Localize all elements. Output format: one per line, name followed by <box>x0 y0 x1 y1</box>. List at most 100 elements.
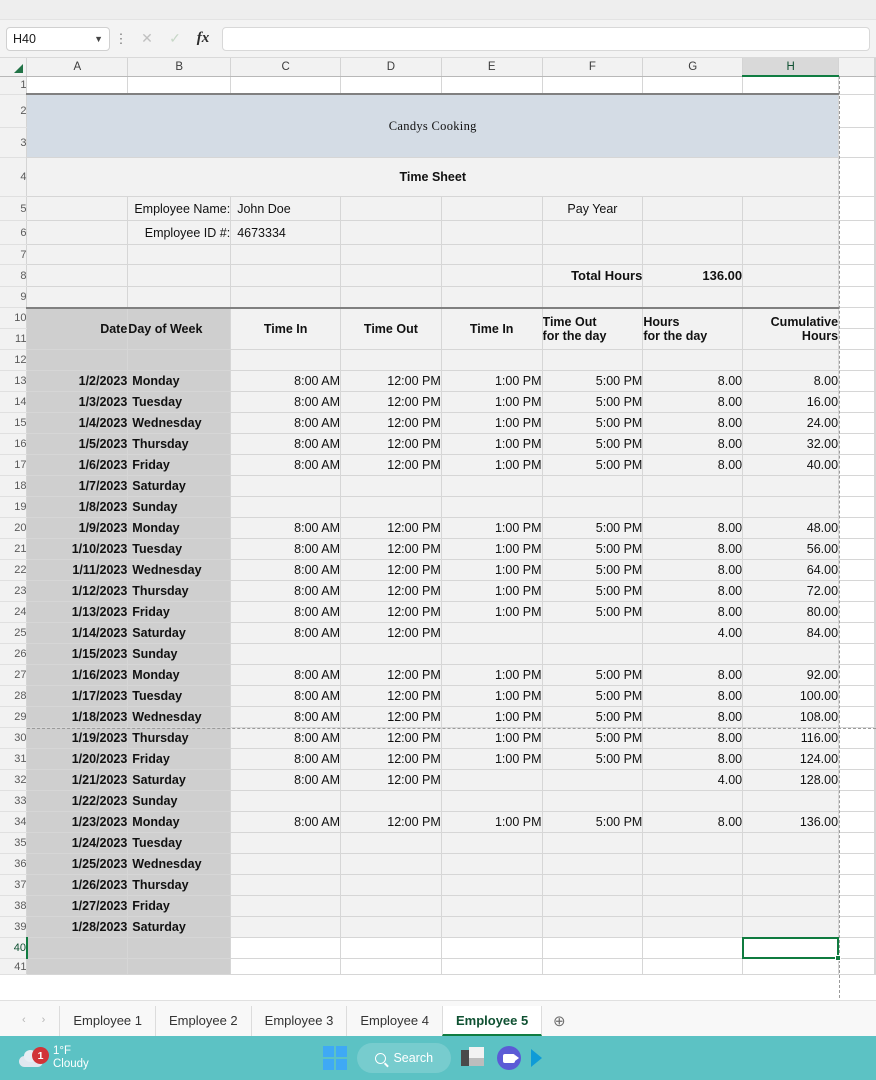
cell-time-out-day[interactable] <box>542 916 644 938</box>
row-header-18[interactable]: 18 <box>0 475 28 497</box>
spacer-a8[interactable] <box>26 264 129 287</box>
edge-app-icon[interactable] <box>531 1047 553 1069</box>
cell-time-out-1[interactable]: 12:00 PM <box>340 517 442 539</box>
sheet-tab-5[interactable]: Employee 5 <box>441 1006 543 1036</box>
cell-i[interactable] <box>838 727 875 749</box>
cell-time-out-1[interactable]: 12:00 PM <box>340 622 442 644</box>
cell-a40[interactable] <box>26 937 129 959</box>
row-header-16[interactable]: 16 <box>0 433 28 455</box>
cell-hours-day[interactable]: 8.00 <box>642 706 744 728</box>
spacer-row9[interactable] <box>340 286 442 308</box>
row-header-7[interactable]: 7 <box>0 244 28 265</box>
cell-day[interactable]: Saturday <box>127 769 232 791</box>
cell-time-in-1[interactable] <box>230 874 342 896</box>
cell-time-out-1[interactable] <box>340 496 442 518</box>
cell-date[interactable]: 1/16/2023 <box>26 664 129 686</box>
cell-day[interactable]: Wednesday <box>127 706 232 728</box>
cell-date[interactable]: 1/3/2023 <box>26 391 129 413</box>
cell-time-out-day[interactable] <box>542 853 644 875</box>
cell-time-in-1[interactable] <box>230 643 342 665</box>
header-time-in-2[interactable]: Time In <box>441 306 543 350</box>
cell-hours-day[interactable] <box>642 496 744 518</box>
spacer-row7[interactable] <box>26 244 129 265</box>
cell-time-out-1[interactable]: 12:00 PM <box>340 769 442 791</box>
chevron-down-icon[interactable]: ▼ <box>94 34 103 44</box>
cell-row12[interactable] <box>230 349 342 371</box>
cell-day[interactable]: Tuesday <box>127 832 232 854</box>
teams-app-icon[interactable] <box>497 1046 522 1070</box>
cell-day[interactable]: Wednesday <box>127 559 232 581</box>
cell-time-out-day[interactable]: 5:00 PM <box>542 601 644 623</box>
cell-cumulative[interactable]: 124.00 <box>742 748 840 770</box>
cell-time-out-1[interactable]: 12:00 PM <box>340 664 442 686</box>
cell-row41[interactable] <box>742 958 840 975</box>
cell-time-out-day[interactable] <box>542 769 644 791</box>
cell-date[interactable]: 1/15/2023 <box>26 643 129 665</box>
cell-hours-day[interactable]: 8.00 <box>642 391 744 413</box>
cell-time-out-day[interactable]: 5:00 PM <box>542 685 644 707</box>
cell-i6[interactable] <box>838 220 875 245</box>
cell-row1[interactable] <box>441 76 543 95</box>
column-header-b[interactable]: B <box>127 58 232 77</box>
spacer-c8[interactable] <box>230 264 342 287</box>
cell-day[interactable]: Thursday <box>127 580 232 602</box>
row-header-36[interactable]: 36 <box>0 853 28 875</box>
cell-cumulative[interactable] <box>742 874 840 896</box>
cell-hours-day[interactable]: 8.00 <box>642 685 744 707</box>
cell-cumulative[interactable]: 16.00 <box>742 391 840 413</box>
cell-i[interactable] <box>838 433 875 455</box>
cell-time-in-1[interactable]: 8:00 AM <box>230 727 342 749</box>
cell-day[interactable]: Thursday <box>127 433 232 455</box>
cell-day[interactable]: Monday <box>127 370 232 392</box>
cell-cumulative[interactable]: 48.00 <box>742 517 840 539</box>
cell-time-in-2[interactable]: 1:00 PM <box>441 454 543 476</box>
cell-date[interactable]: 1/10/2023 <box>26 538 129 560</box>
row-header-14[interactable]: 14 <box>0 391 28 413</box>
cell-time-in-1[interactable]: 8:00 AM <box>230 748 342 770</box>
cell-time-in-2[interactable]: 1:00 PM <box>441 517 543 539</box>
cell-date[interactable]: 1/25/2023 <box>26 853 129 875</box>
cell-time-in-2[interactable] <box>441 622 543 644</box>
cell-time-in-1[interactable]: 8:00 AM <box>230 559 342 581</box>
spacer-row7[interactable] <box>230 244 342 265</box>
cell-time-in-2[interactable]: 1:00 PM <box>441 391 543 413</box>
store-app-icon[interactable] <box>461 1046 487 1070</box>
cell-i[interactable] <box>838 853 875 875</box>
cell-time-in-1[interactable] <box>230 853 342 875</box>
cell-row40[interactable] <box>230 937 342 959</box>
cell-i12[interactable] <box>838 349 875 371</box>
cell-b12[interactable] <box>127 349 232 371</box>
row-header-33[interactable]: 33 <box>0 790 28 812</box>
cell-hours-day[interactable]: 8.00 <box>642 433 744 455</box>
check-icon[interactable]: ✓ <box>162 27 188 51</box>
cell-date[interactable]: 1/4/2023 <box>26 412 129 434</box>
row-header-26[interactable]: 26 <box>0 643 28 665</box>
cell-time-out-1[interactable]: 12:00 PM <box>340 538 442 560</box>
cell-hours-day[interactable]: 8.00 <box>642 517 744 539</box>
cell-i40[interactable] <box>838 937 875 959</box>
cell-i[interactable] <box>838 832 875 854</box>
cell-row12[interactable] <box>441 349 543 371</box>
header-time-in-1[interactable]: Time In <box>230 306 342 350</box>
cell-b40[interactable] <box>127 937 232 959</box>
cell-row12[interactable] <box>340 349 442 371</box>
cell-i[interactable] <box>838 370 875 392</box>
cell-cumulative[interactable]: 128.00 <box>742 769 840 791</box>
row-header-29[interactable]: 29 <box>0 706 28 728</box>
cell-date[interactable]: 1/17/2023 <box>26 685 129 707</box>
cell-cumulative[interactable] <box>742 895 840 917</box>
cell-date[interactable]: 1/26/2023 <box>26 874 129 896</box>
cell-cumulative[interactable]: 116.00 <box>742 727 840 749</box>
cell-hours-day[interactable] <box>642 874 744 896</box>
cell-date[interactable]: 1/24/2023 <box>26 832 129 854</box>
cell-hours-day[interactable]: 4.00 <box>642 769 744 791</box>
fx-icon[interactable]: fx <box>190 27 216 51</box>
cell-cumulative[interactable]: 84.00 <box>742 622 840 644</box>
cell-cumulative[interactable]: 56.00 <box>742 538 840 560</box>
cell-time-in-1[interactable]: 8:00 AM <box>230 412 342 434</box>
cell-day[interactable]: Monday <box>127 517 232 539</box>
cell-i[interactable] <box>838 769 875 791</box>
more-options-icon[interactable]: ⋮ <box>114 32 128 45</box>
cell-cumulative[interactable]: 8.00 <box>742 370 840 392</box>
cell-i[interactable] <box>838 874 875 896</box>
